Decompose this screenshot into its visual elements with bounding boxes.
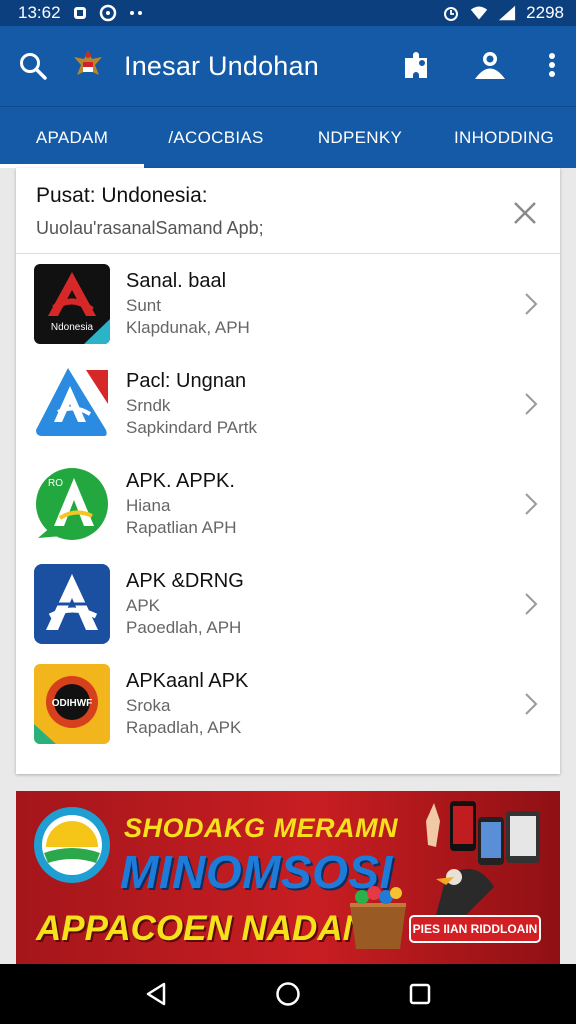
app-name: APKaanl APK (126, 670, 249, 692)
sun-badge-icon: ODIHWF (34, 664, 110, 744)
app-title: Inesar Undohan (124, 50, 319, 81)
tab-apadam[interactable]: APADAM (0, 107, 144, 168)
banner-line1: SHODAKG MERAMN (124, 813, 398, 843)
tab-bar: APADAM /ACOCBIAS NDPENKY INHODDING (0, 106, 576, 168)
chevron-right-icon (524, 292, 538, 316)
account-icon[interactable] (472, 50, 508, 82)
app-publisher: Klapdunak, APH (126, 318, 250, 337)
banner-line3: APPACOEN NADAN! (36, 909, 380, 948)
promo-banner[interactable]: SHODAKG MERAMN MINOMSOSI APPACOEN NADAN!… (16, 791, 560, 964)
tab-label: /ACOCBIAS (168, 127, 264, 147)
chevron-right-icon (524, 692, 538, 716)
back-icon[interactable] (144, 981, 168, 1007)
close-icon[interactable] (512, 200, 538, 226)
app-category: Hiana (126, 496, 171, 515)
emblem-icon (68, 46, 108, 86)
chevron-right-icon (524, 492, 538, 516)
app-list-item[interactable]: ODIHWF APKaanl APK Sroka Rapadlah, APK (16, 654, 560, 754)
app-publisher: Rapatlian APH (126, 518, 237, 537)
app-list-item[interactable]: RO APK. APPK. Hiana Rapatlian APH (16, 454, 560, 554)
search-input[interactable] (36, 218, 476, 239)
chevron-right-icon (524, 592, 538, 616)
search-icon[interactable] (18, 51, 48, 81)
tab-inhodding[interactable]: INHODDING (432, 107, 576, 168)
icon-caption: Ndonesia (51, 322, 94, 333)
wifi-icon (470, 4, 488, 22)
tab-acocbias[interactable]: /ACOCBIAS (144, 107, 288, 168)
alarm-icon (442, 4, 460, 22)
icon-caption: RO (48, 478, 63, 489)
app-name: APK. APPK. (126, 470, 235, 492)
notification-icon (71, 4, 89, 22)
recents-icon[interactable] (408, 982, 432, 1006)
app-name: Pacl: Ungnan (126, 370, 247, 392)
app-publisher: Rapadlah, APK (126, 718, 242, 737)
green-a-logo-icon: RO (34, 464, 110, 544)
more-dots-icon (127, 4, 145, 22)
app-list-item[interactable]: Ndonesia Sanal. baal Sunt Klapdunak, APH (16, 254, 560, 354)
status-bar: 13:62 2298 (0, 0, 576, 26)
chevron-right-icon (524, 392, 538, 416)
system-nav-bar (0, 964, 576, 1024)
signal-icon (498, 4, 516, 22)
app-name: Sanal. baal (126, 270, 227, 292)
app-bar: Inesar Undohan (0, 26, 576, 106)
search-title: Pusat: Undonesia: (36, 184, 208, 207)
tab-label: APADAM (35, 127, 109, 147)
tab-ndpenky[interactable]: NDPENKY (288, 107, 432, 168)
phones-illustration-icon (426, 801, 540, 915)
sun-logo-icon (34, 807, 110, 883)
app-list-item[interactable]: APK &DRNG APK Paoedlah, APH (16, 554, 560, 654)
icon-caption: ODIHWF (52, 698, 93, 709)
blue-a-logo-icon (34, 364, 110, 444)
app-publisher: Sapkindard PArtk (126, 418, 258, 437)
home-icon[interactable] (275, 981, 301, 1007)
tab-label: INHODDING (454, 127, 554, 147)
battery-text: 2298 (526, 3, 564, 22)
red-a-logo-icon: Ndonesia (34, 264, 110, 344)
status-time: 13:62 (18, 3, 61, 22)
app-list-item[interactable]: Pacl: Ungnan Srndk Sapkindard PArtk (16, 354, 560, 454)
search-panel: Pusat: Undonesia: (16, 168, 560, 254)
basket-illustration-icon (350, 886, 406, 949)
navy-a-logo-icon (34, 564, 110, 644)
banner-cta-button[interactable]: PIES IIAN RIDDLOAIN (409, 915, 541, 943)
overflow-menu-icon[interactable] (548, 52, 558, 80)
sync-icon (99, 4, 117, 22)
app-name: APK &DRNG (126, 570, 244, 592)
app-category: Srndk (126, 396, 171, 415)
puzzle-icon[interactable] (400, 50, 432, 82)
app-category: Sunt (126, 296, 161, 315)
app-category: Sroka (126, 696, 171, 715)
app-category: APK (126, 596, 161, 615)
results-card: Pusat: Undonesia: Ndonesia Sanal. baal S… (16, 168, 560, 774)
tab-label: NDPENKY (317, 127, 403, 147)
app-publisher: Paoedlah, APH (126, 618, 242, 637)
